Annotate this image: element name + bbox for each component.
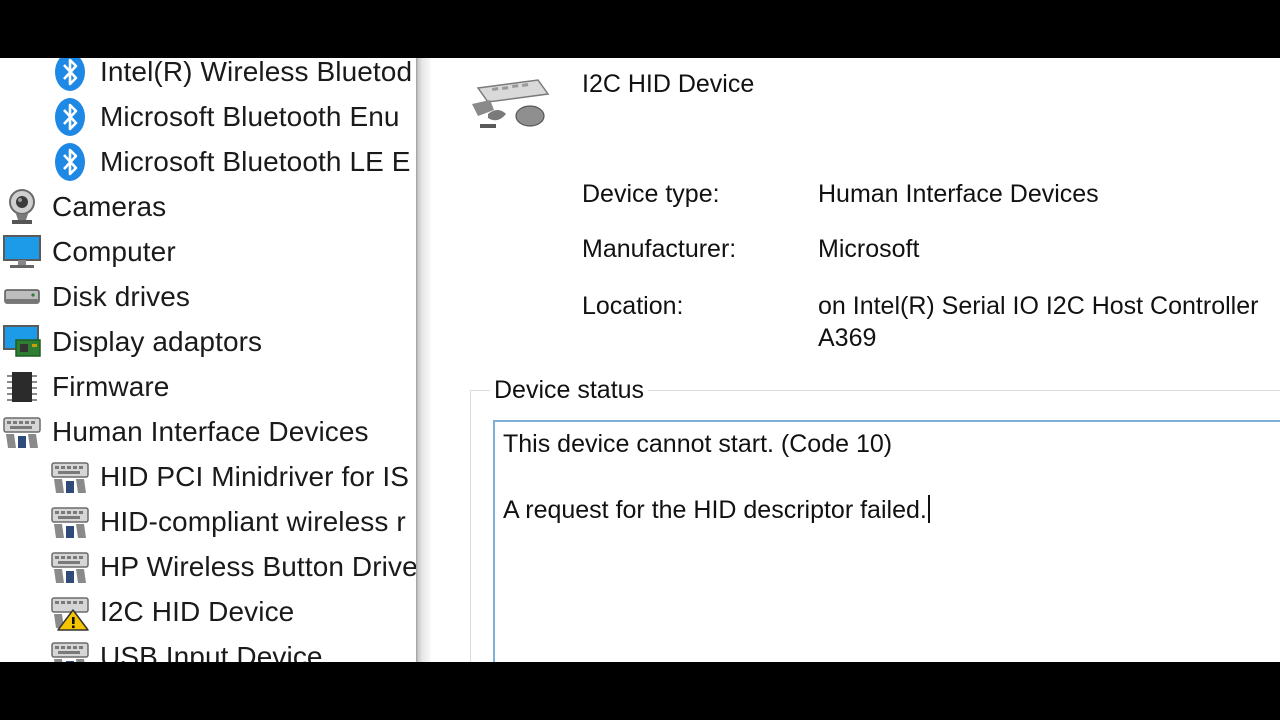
tree-item-i2c-hid-device[interactable]: I2C HID Device (50, 590, 294, 634)
tree-item-label: Intel(R) Wireless Bluetod (100, 58, 413, 87)
tree-item-hid-pci-minidriver[interactable]: HID PCI Minidriver for IS (50, 455, 409, 499)
tree-item-label: I2C HID Device (100, 596, 295, 627)
tree-item-microsoft-bluetooth-enumerator[interactable]: Microsoft Bluetooth Enu (50, 95, 400, 139)
letterbox-top (0, 0, 1280, 58)
tree-item-label: Display adaptors (52, 326, 263, 357)
tree-item-display-adaptors[interactable]: Display adaptors (2, 320, 262, 364)
display-adapter-icon (2, 322, 42, 362)
tree-item-label: USB Input Device (100, 641, 323, 662)
tree-item-label: HID PCI Minidriver for IS (100, 461, 409, 492)
device-type-value: Human Interface Devices (818, 180, 1099, 208)
device-name: I2C HID Device (582, 70, 755, 98)
hid-device-large-icon (468, 74, 552, 132)
device-type-label: Device type: (582, 180, 720, 208)
tree-item-cameras[interactable]: Cameras (2, 185, 166, 229)
tree-item-human-interface-devices[interactable]: Human Interface Devices (2, 410, 369, 454)
tree-item-hid-compliant-wireless[interactable]: HID-compliant wireless r (50, 500, 406, 544)
hid-keyboard-icon (50, 547, 90, 587)
firmware-chip-icon (2, 367, 42, 407)
letterbox-bottom (0, 662, 1280, 720)
tree-item-label: Firmware (52, 371, 170, 402)
hid-warning-icon (50, 592, 90, 632)
hid-keyboard-icon (50, 502, 90, 542)
device-status-group-label: Device status (490, 376, 649, 405)
tree-item-label: Microsoft Bluetooth Enu (100, 101, 400, 132)
tree-item-label: HID-compliant wireless r (100, 506, 406, 537)
tree-item-usb-input-device[interactable]: USB Input Device (50, 635, 323, 662)
bluetooth-icon (50, 97, 90, 137)
device-status-line2: A request for the HID descriptor failed. (503, 495, 930, 525)
tree-item-label: Disk drives (52, 281, 191, 312)
device-status-line2-text: A request for the HID descriptor failed. (503, 496, 927, 524)
tree-item-firmware[interactable]: Firmware (2, 365, 169, 409)
bluetooth-icon (50, 142, 90, 182)
device-status-group-border-left (470, 390, 471, 662)
tree-item-intel-wireless-bluetooth[interactable]: Intel(R) Wireless Bluetod (50, 58, 412, 94)
monitor-icon (2, 232, 42, 272)
hid-keyboard-icon (2, 412, 42, 452)
tree-item-label: HP Wireless Button Drive (100, 551, 416, 582)
window-edge-shadow (416, 58, 432, 662)
device-tree[interactable]: Intel(R) Wireless Bluetod Microsoft Blue… (0, 58, 416, 662)
tree-item-computer[interactable]: Computer (2, 230, 176, 274)
hid-keyboard-icon (50, 457, 90, 497)
location-value-line2: A369 (818, 324, 877, 352)
tree-item-label: Microsoft Bluetooth LE E (100, 146, 411, 177)
screenshot-content: Intel(R) Wireless Bluetod Microsoft Blue… (0, 58, 1280, 662)
hid-keyboard-icon (50, 637, 90, 662)
tree-item-hp-wireless-button-driver[interactable]: HP Wireless Button Drive (50, 545, 416, 589)
tree-item-label: Computer (52, 236, 176, 267)
tree-item-microsoft-bluetooth-le[interactable]: Microsoft Bluetooth LE E (50, 140, 411, 184)
tree-item-disk-drives[interactable]: Disk drives (2, 275, 190, 319)
device-status-textbox[interactable]: This device cannot start. (Code 10) A re… (493, 420, 1280, 662)
manufacturer-value: Microsoft (818, 235, 920, 263)
tree-item-label: Human Interface Devices (52, 416, 369, 447)
location-value-line1: on Intel(R) Serial IO I2C Host Controlle… (818, 292, 1259, 320)
tree-item-label: Cameras (52, 191, 167, 222)
disk-drive-icon (2, 277, 42, 317)
bluetooth-icon (50, 58, 90, 92)
location-label: Location: (582, 292, 684, 320)
device-status-line1: This device cannot start. (Code 10) (503, 430, 893, 458)
device-properties-dialog: I2C HID Device Device type: Human Interf… (432, 58, 1280, 662)
manufacturer-label: Manufacturer: (582, 235, 737, 263)
text-caret (927, 495, 930, 523)
camera-icon (2, 187, 42, 227)
